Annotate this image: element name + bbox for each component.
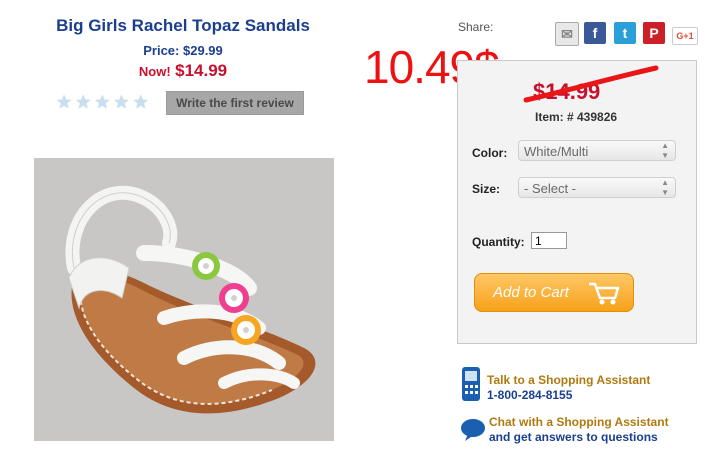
write-review-button[interactable]: Write the first review xyxy=(166,91,304,115)
quantity-input[interactable]: 1 xyxy=(531,232,567,249)
star-icon: ★ xyxy=(94,92,111,112)
product-image[interactable] xyxy=(34,158,334,441)
now-value: $14.99 xyxy=(175,61,228,80)
facebook-icon[interactable]: f xyxy=(584,22,606,44)
talk-assistant-title: Talk to a Shopping Assistant xyxy=(487,373,651,387)
rating-stars[interactable]: ★ ★ ★ ★ ★ xyxy=(56,93,149,111)
star-icon: ★ xyxy=(56,92,73,112)
twitter-icon[interactable]: t xyxy=(614,22,636,44)
strikethrough-mark xyxy=(523,65,659,103)
price-label: Price: xyxy=(143,43,180,58)
regular-price: Price: $29.99 xyxy=(0,43,366,58)
color-value: White/Multi xyxy=(524,144,589,159)
size-label: Size: xyxy=(472,182,501,196)
select-arrows-icon: ▲ ▼ xyxy=(661,178,669,197)
chat-assistant-link[interactable]: Chat with a Shopping Assistant xyxy=(489,415,669,429)
chat-subtitle: and get answers to questions xyxy=(489,430,658,444)
add-to-cart-label: Add to Cart xyxy=(493,284,569,301)
share-label: Share: xyxy=(458,20,494,34)
pinterest-icon[interactable]: P xyxy=(643,22,665,44)
star-icon: ★ xyxy=(132,92,149,112)
color-select[interactable]: White/Multi ▲ ▼ xyxy=(518,140,676,161)
color-label: Color: xyxy=(472,146,508,160)
size-select[interactable]: - Select - ▲ ▼ xyxy=(518,177,676,198)
phone-number: 1-800-284-8155 xyxy=(487,388,573,402)
sale-price: Now! $14.99 xyxy=(0,61,366,81)
select-arrows-icon: ▲ ▼ xyxy=(661,141,669,160)
star-icon: ★ xyxy=(75,92,92,112)
add-to-cart-button[interactable]: Add to Cart xyxy=(474,273,634,312)
talk-assistant-link[interactable]: Talk to a Shopping Assistant xyxy=(487,373,650,387)
cart-icon xyxy=(589,282,620,305)
now-label: Now! xyxy=(138,64,171,79)
chat-assistant-title: Chat with a Shopping Assistant xyxy=(489,415,669,429)
price-value: $29.99 xyxy=(183,43,223,58)
phone-icon xyxy=(462,367,480,401)
chat-icon xyxy=(461,419,485,441)
sandal-illustration xyxy=(34,158,334,441)
star-icon: ★ xyxy=(113,92,130,112)
size-value: - Select - xyxy=(524,181,577,196)
item-number: Item: # 439826 xyxy=(535,110,618,124)
product-title: Big Girls Rachel Topaz Sandals xyxy=(56,16,310,35)
quantity-label: Quantity: xyxy=(472,235,525,249)
email-icon[interactable]: ✉ xyxy=(555,22,579,46)
google-plus-icon[interactable]: G+1 xyxy=(672,27,698,45)
